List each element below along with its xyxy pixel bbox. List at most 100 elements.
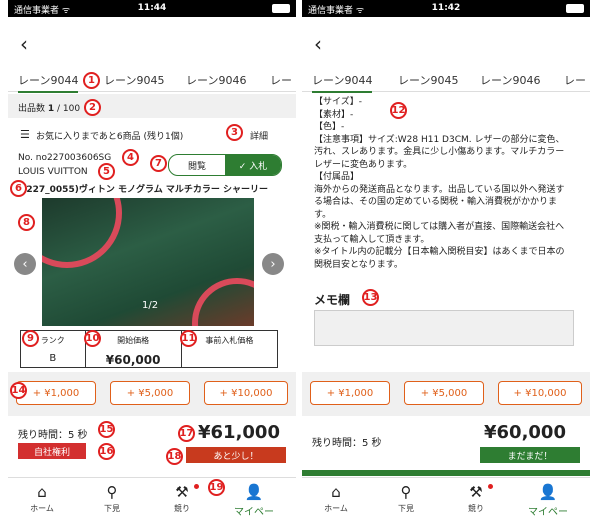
description-line: レザーに変色あります。 [314, 159, 413, 170]
brand-name: LOUIS VUITTON [18, 167, 88, 177]
description-line: 【付属品】 [314, 172, 360, 182]
start-price-value: ¥60,000 [105, 353, 161, 367]
description-line: ※タイトル内の記載分【日本輸入関税目安】はあくまで日本の [314, 247, 565, 257]
add-1000-button[interactable]: + ¥1,000 [16, 381, 96, 405]
product-photo[interactable]: 1/2 [42, 198, 254, 326]
description-line: 【注意事項】サイズ:W28 H11 D3CM. レザーの部分に変色、 [314, 134, 565, 145]
description-line: る場合は、その国の定めている関税・輸入消費税がかかりま [314, 197, 558, 207]
search-icon: ⚲ [106, 483, 118, 501]
add-5000-button[interactable]: + ¥5,000 [404, 381, 484, 405]
progress-bar [302, 470, 590, 476]
status-pill: あと少し！ [186, 447, 286, 463]
tab-auction[interactable]: ⚒ 競り [158, 484, 206, 514]
current-price: ¥60,000 [484, 422, 566, 443]
photo-counter: 1/2 [142, 300, 159, 311]
person-icon: 👤 [538, 483, 558, 501]
list-icon: ☰ [20, 128, 30, 141]
increment-row: + ¥1,000 + ¥5,000 + ¥10,000 [302, 372, 590, 416]
annotation-badge-3: 3 [226, 124, 243, 141]
bottom-tab-bar: ⌂ ホーム ⚲ 下見 ⚒ 競り 👤 マイページ [302, 477, 590, 521]
tab-preview[interactable]: ⚲ 下見 [382, 484, 430, 514]
home-icon: ⌂ [37, 483, 47, 501]
current-price: ¥61,000 [198, 422, 280, 443]
toggle-bid[interactable]: ✓ 入札 [225, 155, 281, 175]
tab-mypage[interactable]: 👤 マイページ [230, 484, 278, 521]
annotation-badge-4: 4 [122, 149, 139, 166]
battery-icon [566, 4, 584, 13]
annotation-badge-9: 9 [22, 330, 39, 347]
add-10000-button[interactable]: + ¥10,000 [204, 381, 288, 405]
description-line: 【色】- [314, 122, 345, 132]
annotation-badge-15: 15 [98, 421, 115, 438]
tab-mypage[interactable]: 👤 マイページ [524, 484, 572, 521]
count-bar: 出品数 1 / 100 [8, 94, 296, 118]
add-10000-button[interactable]: + ¥10,000 [498, 381, 582, 405]
tab-lane-more[interactable]: レー [270, 72, 292, 88]
add-1000-button[interactable]: + ¥1,000 [310, 381, 390, 405]
description-line: ※関税・輸入消費税に関しては購入者が直接、国際輸送会社へ [314, 222, 565, 232]
tab-lane-9045[interactable]: レーン9045 [104, 72, 164, 88]
annotation-badge-12: 12 [390, 102, 407, 119]
photo-strap [42, 198, 122, 268]
search-icon: ⚲ [400, 483, 412, 501]
annotation-badge-8: 8 [18, 214, 35, 231]
annotation-badge-7: 7 [150, 155, 167, 172]
tab-lane-more[interactable]: レー [564, 72, 586, 88]
annotation-badge-18: 18 [166, 448, 183, 465]
item-title: (3227_0055)ヴィトン モノグラム マルチカラー シャーリー [16, 185, 268, 195]
tab-home[interactable]: ⌂ ホーム [18, 484, 66, 514]
battery-icon [272, 4, 290, 13]
bottom-tab-bar: ⌂ ホーム ⚲ 下見 ⚒ 競り 👤 マイページ [8, 477, 296, 521]
own-right-badge: 自社権利 [18, 443, 86, 459]
description-line: 【素材】- [314, 109, 354, 120]
annotation-badge-14: 14 [10, 382, 27, 399]
annotation-badge-10: 10 [84, 330, 101, 347]
clock: 11:44 [137, 3, 167, 13]
back-icon[interactable]: ‹ [314, 34, 322, 54]
notification-dot [194, 484, 199, 489]
tab-lane-9044[interactable]: レーン9044 [18, 72, 79, 93]
item-number: No. no227003606SG [18, 153, 112, 163]
tab-preview[interactable]: ⚲ 下見 [88, 484, 136, 514]
tab-lane-9045[interactable]: レーン9045 [398, 72, 458, 88]
description-line: 汚れ、スレあります。金具に少し小傷あります。マルチカラー [314, 147, 565, 157]
lane-tabs: レーン9044 レーン9045 レーン9046 レー [8, 70, 296, 93]
notification-dot [488, 484, 493, 489]
tab-auction[interactable]: ⚒ 競り [452, 484, 500, 514]
description-line: 関税目安となります。 [314, 259, 403, 270]
description-line: 【サイズ】- [314, 97, 362, 107]
home-icon: ⌂ [331, 483, 341, 501]
description-line: す。 [314, 209, 332, 220]
memo-input[interactable] [314, 310, 574, 346]
detail-link[interactable]: 詳細 [250, 129, 268, 142]
annotation-badge-16: 16 [98, 443, 115, 460]
toggle-view[interactable]: 閲覧 [169, 155, 225, 175]
tab-lane-9046[interactable]: レーン9046 [186, 72, 246, 88]
price-grid: ランク B 開始価格 ¥60,000 事前入札価格 [20, 330, 278, 368]
view-bid-toggle[interactable]: 閲覧 ✓ 入札 [168, 154, 282, 176]
add-5000-button[interactable]: + ¥5,000 [110, 381, 190, 405]
annotation-badge-6: 6 [10, 180, 27, 197]
back-icon[interactable]: ‹ [20, 34, 28, 54]
annotation-badge-1: 1 [83, 72, 100, 89]
tab-lane-9046[interactable]: レーン9046 [480, 72, 540, 88]
increment-row: + ¥1,000 + ¥5,000 + ¥10,000 [8, 372, 296, 416]
lane-tabs: レーン9044 レーン9045 レーン9046 レー [302, 70, 590, 93]
annotation-badge-17: 17 [178, 425, 195, 442]
photo-strap [192, 278, 254, 326]
annotation-badge-5: 5 [98, 163, 115, 180]
next-photo-icon[interactable]: › [262, 253, 284, 275]
left-screen: 通信事業者 ᯤ 11:44 ‹ レーン9044 レーン9045 レーン9046 … [8, 0, 296, 521]
status-bar: 通信事業者 ᯤ 11:42 [302, 0, 590, 17]
tab-lane-9044[interactable]: レーン9044 [312, 72, 373, 93]
count-label: 出品数 1 / 100 [18, 104, 81, 114]
person-icon: 👤 [244, 483, 264, 501]
memo-title: メモ欄 [314, 293, 351, 307]
description-line: 海外からの発送商品となります。出品している国以外へ発送す [314, 184, 565, 195]
annotation-badge-11: 11 [180, 330, 197, 347]
annotation-badge-2: 2 [84, 99, 101, 116]
right-screen: 通信事業者 ᯤ 11:42 ‹ レーン9044 レーン9045 レーン9046 … [302, 0, 590, 521]
favorites-text: お気に入りまであと6商品 (残り1個) [36, 132, 184, 142]
tab-home[interactable]: ⌂ ホーム [312, 484, 360, 514]
prev-photo-icon[interactable]: ‹ [14, 253, 36, 275]
